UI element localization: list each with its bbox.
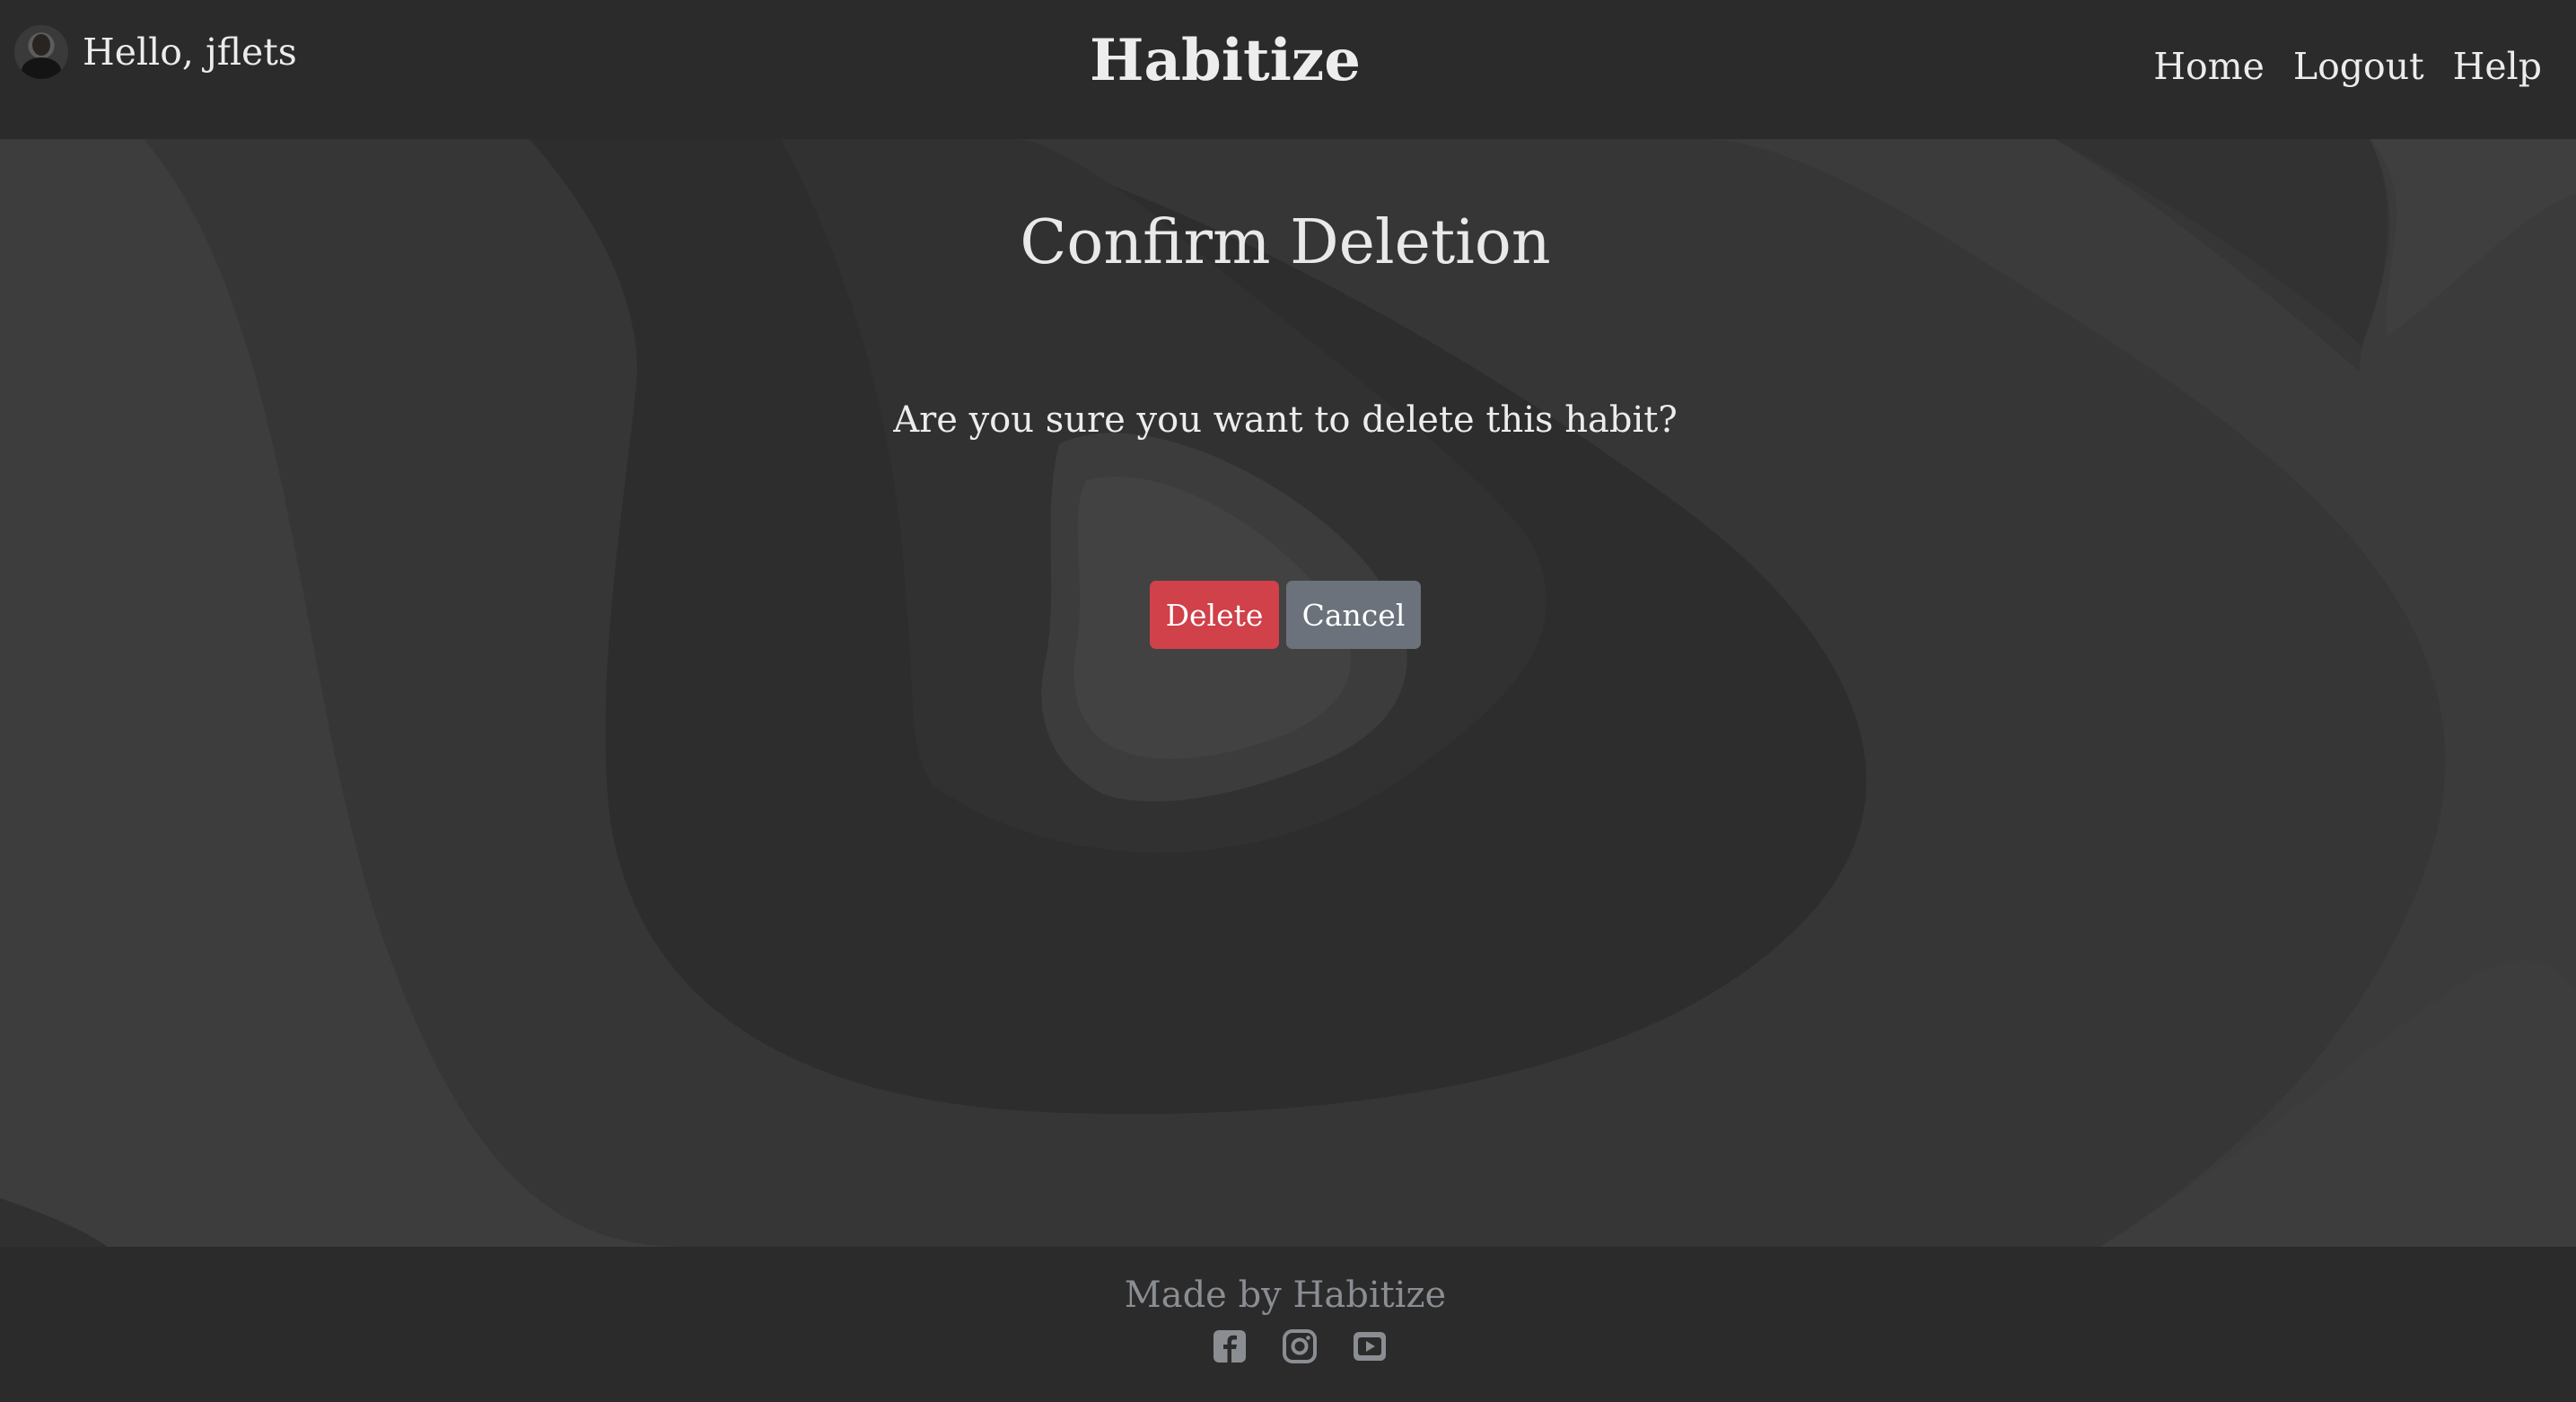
- cancel-button[interactable]: Cancel: [1286, 581, 1421, 649]
- nav-help-link[interactable]: Help: [2453, 48, 2542, 85]
- nav-home-link[interactable]: Home: [2153, 48, 2265, 85]
- page: Hello, jflets Habitize Home Logout Help: [0, 0, 2576, 1402]
- facebook-icon[interactable]: [1213, 1329, 1247, 1363]
- confirm-question: Are you sure you want to delete this hab…: [893, 399, 1678, 441]
- instagram-icon[interactable]: [1283, 1329, 1317, 1363]
- social-links: [1213, 1329, 1387, 1363]
- main-content: Confirm Deletion Are you sure you want t…: [0, 139, 2576, 1247]
- page-title: Confirm Deletion: [1020, 207, 1551, 278]
- background-pattern: [0, 139, 2576, 1247]
- footer: Made by Habitize: [0, 1247, 2576, 1402]
- top-navbar: Hello, jflets Habitize Home Logout Help: [0, 0, 2576, 139]
- confirm-actions: Delete Cancel: [1150, 581, 1421, 649]
- youtube-icon[interactable]: [1353, 1329, 1387, 1363]
- delete-button[interactable]: Delete: [1150, 581, 1279, 649]
- nav-logout-link[interactable]: Logout: [2293, 48, 2424, 85]
- made-by-text: Made by Habitize: [1124, 1275, 1447, 1316]
- nav-links: Home Logout Help: [2153, 48, 2542, 85]
- brand-title[interactable]: Habitize: [0, 32, 2450, 90]
